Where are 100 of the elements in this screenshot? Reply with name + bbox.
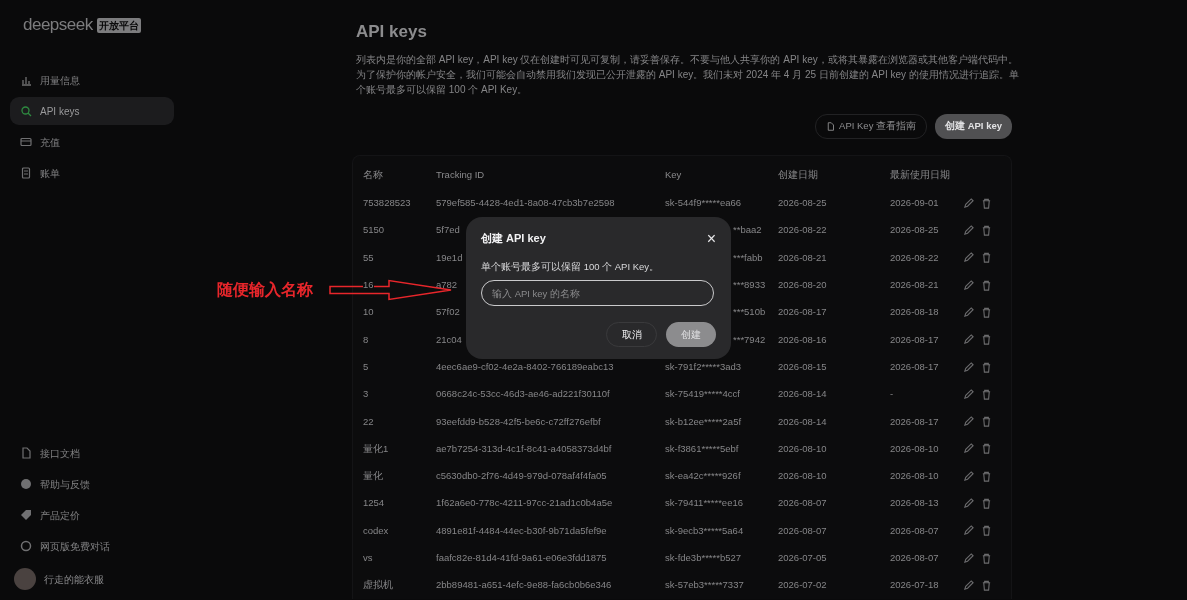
table-cell: sk-57eb3*****7337 <box>665 579 744 591</box>
table-cell: 2026-07-18 <box>890 579 939 591</box>
delete-icon[interactable] <box>981 306 992 318</box>
page-title: API keys <box>356 22 428 43</box>
table-cell: sk-791f2*****3ad3 <box>665 360 742 372</box>
table-cell: 2bb89481-a651-4efc-9e88-fa6cb0b6e346 <box>436 579 612 591</box>
sidebar-item[interactable]: 账单 <box>10 159 174 187</box>
table-cell: 2026-07-05 <box>778 552 827 563</box>
table-cell: 2026-08-25 <box>890 224 939 236</box>
edit-icon[interactable] <box>963 306 974 318</box>
table-cell: codex <box>363 524 389 536</box>
table-cell: sk-79411*****ee16 <box>665 497 743 509</box>
table-cell: 虚拟机 <box>363 579 393 591</box>
create-button[interactable]: 创建 <box>666 322 716 348</box>
column-header: 创建日期 <box>778 167 819 182</box>
table-cell: 57f02 <box>436 306 460 318</box>
logo-text: deepseek <box>23 14 93 37</box>
delete-icon[interactable] <box>981 470 992 482</box>
edit-icon[interactable] <box>963 197 974 209</box>
edit-icon[interactable] <box>963 361 974 373</box>
table-cell: faafc82e-81d4-41fd-9a61-e06e3fdd1875 <box>436 552 607 563</box>
table-cell: sk-fde3b*****b527 <box>665 552 742 563</box>
edit-icon[interactable] <box>963 416 974 428</box>
edit-icon[interactable] <box>963 279 974 291</box>
table-cell: 量化1 <box>363 442 389 454</box>
sidebar-item[interactable]: 接口文档 <box>10 439 174 467</box>
column-header: Key <box>665 167 683 182</box>
table-cell: 5150 <box>363 224 385 236</box>
chart-icon <box>20 74 32 86</box>
user-name: 行走的能衣服 <box>44 572 104 587</box>
sidebar-item[interactable]: 产品定价 <box>10 501 174 529</box>
delete-icon[interactable] <box>981 443 992 455</box>
delete-icon[interactable] <box>981 279 992 291</box>
table-cell: sk-ea42c*****926f <box>665 470 741 482</box>
table-cell: 1254 <box>363 497 385 509</box>
create-key-button[interactable]: 创建 API key <box>935 114 1012 139</box>
edit-icon[interactable] <box>963 579 974 591</box>
tag-icon <box>20 509 32 521</box>
column-header: 最新使用日期 <box>890 167 951 182</box>
table-cell: sk-75419*****4ccf <box>665 388 740 400</box>
table-cell: 2026-08-18 <box>890 306 939 318</box>
delete-icon[interactable] <box>981 334 992 346</box>
logo-badge: 开放平台 <box>96 17 141 33</box>
table-cell: 2026-08-17 <box>890 415 939 427</box>
delete-icon[interactable] <box>981 525 992 537</box>
sidebar-item[interactable]: 用量信息 <box>10 66 174 94</box>
close-button[interactable]: × <box>706 231 716 247</box>
table-cell: 2026-08-07 <box>778 524 827 536</box>
edit-icon[interactable] <box>963 552 974 564</box>
column-header: 名称 <box>363 167 384 182</box>
table-cell: 2026-08-10 <box>778 470 827 482</box>
table-cell: a782 <box>436 279 458 291</box>
table-cell: ***fabb <box>733 251 763 263</box>
delete-icon[interactable] <box>981 252 992 264</box>
table-cell: 16 <box>363 279 374 291</box>
delete-icon[interactable] <box>981 225 992 237</box>
edit-icon[interactable] <box>963 225 974 237</box>
delete-icon[interactable] <box>981 498 992 510</box>
table-cell: 2026-08-07 <box>778 497 827 509</box>
table-cell: 3 <box>363 388 369 400</box>
table-cell: - <box>890 388 894 400</box>
edit-icon[interactable] <box>963 498 974 510</box>
delete-icon[interactable] <box>981 552 992 564</box>
delete-icon[interactable] <box>981 416 992 428</box>
table-cell: sk-9ecb3*****5a64 <box>665 524 744 536</box>
table-cell: ae7b7254-313d-4c1f-8c41-a4058373d4bf <box>436 442 612 454</box>
annotation-text: 随便输入名称 <box>217 280 313 300</box>
sidebar-item[interactable]: API keys <box>10 97 174 125</box>
delete-icon[interactable] <box>981 361 992 373</box>
table-cell: 5f7ed <box>436 224 460 236</box>
table-cell: 2026-08-17 <box>890 360 939 372</box>
delete-icon[interactable] <box>981 579 992 591</box>
document-icon <box>826 122 836 131</box>
table-cell: 2026-08-07 <box>890 552 939 563</box>
table-cell: c5630db0-2f76-4d49-979d-078af4f4fa05 <box>436 470 607 482</box>
edit-icon[interactable] <box>963 388 974 400</box>
delete-icon[interactable] <box>981 197 992 209</box>
edit-icon[interactable] <box>963 443 974 455</box>
table-cell: ***510b <box>733 306 766 318</box>
delete-icon[interactable] <box>981 388 992 400</box>
table-cell: 2026-07-02 <box>778 579 827 591</box>
sidebar-item[interactable]: 充值 <box>10 128 174 156</box>
guide-button[interactable]: API Key 查看指南 <box>815 114 928 139</box>
receipt-icon <box>20 167 32 179</box>
page-description: 列表内是你的全部 API key，API key 仅在创建时可见可复制，请妥善保存。不要与他人共享你的 API key，或将其暴露在浏览器或其他客户端代码中。为了保护你的帐户安全，我们可能会自动禁用我们发现已公开泄露的 API key。我们未对 2024 年 4 月 25 日前创建的 API key 的使用情况进行追踪。单个账号最多可以保留 100 个 API Key。 <box>356 53 1020 98</box>
document-icon <box>20 447 32 459</box>
edit-icon[interactable] <box>963 470 974 482</box>
dialog-message: 单个账号最多可以保留 100 个 API Key。 <box>481 260 661 274</box>
table-cell: 21c04 <box>436 333 462 345</box>
table-cell: 2026-08-10 <box>890 442 939 454</box>
sidebar-item[interactable]: 网页版免费对话 <box>10 532 174 560</box>
table-cell: 93eefdd9-b528-42f5-be6c-c72ff276efbf <box>436 415 601 427</box>
sidebar-item[interactable]: 帮助与反馈 <box>10 470 174 498</box>
edit-icon[interactable] <box>963 252 974 264</box>
edit-icon[interactable] <box>963 525 974 537</box>
table-cell: 2026-08-15 <box>778 360 827 372</box>
table-cell: 4891e81f-4484-44ec-b30f-9b71da5fef9e <box>436 524 607 536</box>
name-input[interactable]: 输入 API key 的名称 <box>481 280 714 307</box>
edit-icon[interactable] <box>963 334 974 346</box>
table-cell: 2026-08-17 <box>890 333 939 345</box>
